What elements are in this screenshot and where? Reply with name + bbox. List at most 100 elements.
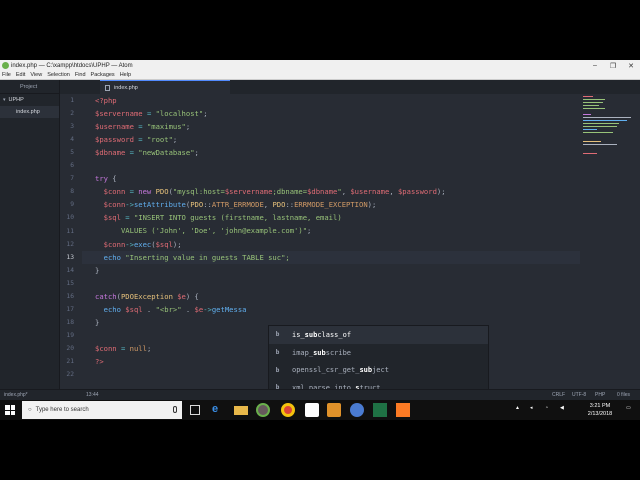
code-line: $dbname = "newDatabase"; [95,148,199,158]
xampp-icon[interactable] [396,403,410,417]
edge-icon[interactable]: e [212,403,226,417]
line-number: 13 [66,253,74,261]
status-files[interactable]: 0 files [617,392,630,398]
taskbar-search-box[interactable]: ○ Type here to search [22,401,182,419]
line-number: 3 [70,123,74,131]
code-line: $password = "root"; [95,135,178,145]
line-number: 21 [66,358,74,365]
line-number: 1 [70,97,74,104]
menu-help[interactable]: Help [120,72,131,78]
minimap[interactable] [580,94,640,386]
line-number: 15 [66,279,74,287]
code-line: echo "Inserting value in guests TABLE su… [103,252,290,262]
code-line: try { [95,174,117,184]
status-file[interactable]: index.php* [4,392,28,398]
code-line: VALUES ('John', 'Doe', 'john@example.com… [95,226,312,236]
chrome-icon[interactable] [281,403,295,417]
line-number: 7 [70,175,74,183]
window-title: index.php — C:\xampp\htdocs\UPHP — Atom [11,62,133,69]
task-view-icon[interactable] [190,405,200,415]
windows-taskbar: ○ Type here to search e ▲ ◂ ◔ ◀ 3:21 PM … [0,400,640,420]
line-number: 20 [66,344,74,352]
autocomplete-label: is_subclass_of [292,330,352,339]
menu-bar: File Edit View Selection Find Packages H… [0,71,640,80]
autocomplete-item[interactable]: b is_subclass_of [269,326,488,344]
tree-view: Project ▾ UPHP index.php [0,80,60,420]
close-button[interactable]: ✕ [622,62,640,70]
menu-find[interactable]: Find [75,72,86,78]
line-number: 19 [66,331,74,339]
status-grammar[interactable]: PHP [595,392,605,398]
tab-bar: index.php [60,80,640,94]
autocomplete-label: openssl_csr_get_subject [292,366,389,375]
tab-index-php[interactable]: index.php [100,80,230,94]
autocomplete-label: imap_subscribe [292,348,352,357]
code-line: <?php [95,96,117,105]
atom-icon [2,62,9,69]
line-number: 8 [70,188,74,196]
code-line: $username = "maximus"; [95,122,191,132]
file-explorer-icon[interactable] [234,406,248,415]
code-line: $servername = "localhost"; [95,109,208,119]
app-icon[interactable] [305,403,319,417]
windows-start-icon[interactable] [5,405,15,415]
autocomplete-item[interactable]: b imap_subscribe [269,344,488,362]
code-line: $sql = "INSERT INTO guests (firstname, l… [103,213,342,223]
line-number: 9 [70,201,74,209]
folder-label: UPHP [8,97,24,103]
tree-header[interactable]: Project [0,80,59,94]
chevron-down-icon: ▾ [3,97,6,103]
app-icon[interactable] [327,403,341,417]
status-line-ending[interactable]: CRLF [552,392,565,398]
line-number: 17 [66,305,74,313]
title-bar: index.php — C:\xampp\htdocs\UPHP — Atom … [0,60,640,71]
atom-taskbar-icon[interactable] [256,403,270,417]
menu-file[interactable]: File [2,72,11,78]
autocomplete-item[interactable]: b openssl_csr_get_subject [269,361,488,379]
line-number: 10 [66,214,74,222]
excel-icon[interactable] [373,403,387,417]
line-number: 16 [66,292,74,300]
maximize-button[interactable]: ❐ [604,62,622,70]
line-number-gutter: 1 2 3 4 5 6 7 8 9 10 11 12 13 14 15 16 17 18 19 20 21 22 [60,94,82,386]
speaker-icon[interactable]: ◀ [560,405,564,411]
taskbar-clock[interactable]: 3:21 PM 2/13/2018 [580,402,620,418]
code-line: catch(PDOException $e) { [95,291,199,301]
app-icon[interactable] [350,403,364,417]
builtin-badge-icon: b [275,366,280,374]
tree-file-index[interactable]: index.php [0,106,59,118]
line-number: 14 [66,266,74,274]
network-icon[interactable]: ▲ [515,405,520,411]
code-line: echo $sql . "<br>" . $e->getMessa [103,304,247,314]
notifications-icon[interactable]: ▭ [626,405,631,411]
builtin-badge-icon: b [275,349,280,357]
status-cursor-position[interactable]: 13:44 [86,392,99,398]
menu-view[interactable]: View [30,72,42,78]
menu-selection[interactable]: Selection [47,72,70,78]
search-icon: ○ [28,407,32,413]
menu-edit[interactable]: Edit [16,72,25,78]
microphone-icon[interactable] [173,406,177,413]
code-line: } [95,265,100,275]
tree-folder-uphp[interactable]: ▾ UPHP [0,94,59,106]
wifi-icon[interactable]: ◔ [545,405,548,411]
code-line: $conn->exec($sql); [103,239,182,249]
status-encoding[interactable]: UTF-8 [572,392,586,398]
minimize-button[interactable]: – [586,62,604,69]
clock-time: 3:21 PM [589,403,611,409]
menu-packages[interactable]: Packages [91,72,115,78]
file-label: index.php [16,109,40,115]
code-line: $conn->setAttribute(PDO::ATTR_ERRMODE, P… [103,200,377,210]
code-line: $conn = new PDO("mysql:host=$servername;… [103,187,446,197]
line-number: 2 [70,110,74,118]
desktop-screen: index.php — C:\xampp\htdocs\UPHP — Atom … [0,60,640,420]
line-number: 22 [66,371,74,379]
line-number: 4 [70,136,74,144]
builtin-badge-icon: b [275,331,280,339]
clock-date: 2/13/2018 [587,411,613,417]
status-bar: index.php* 13:44 CRLF UTF-8 PHP 0 files [0,389,640,400]
line-number: 5 [70,149,74,157]
volume-icon[interactable]: ◂ [530,405,533,411]
